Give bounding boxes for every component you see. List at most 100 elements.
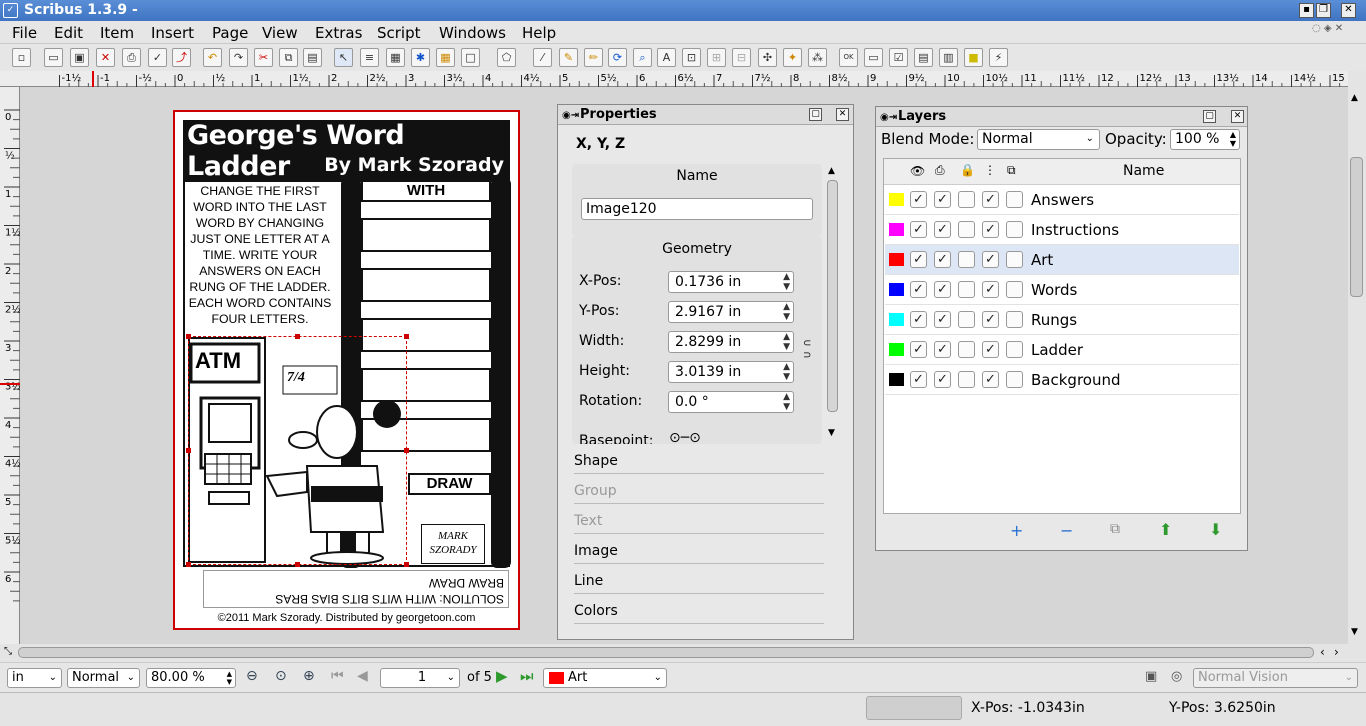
copy-icon[interactable]: ⧉ [279, 48, 298, 67]
copy-properties-icon[interactable]: ✦ [783, 48, 802, 67]
layer-row[interactable]: ✓ ✓ ✓ Background [885, 365, 1239, 395]
rotate-icon[interactable]: ⟳ [608, 48, 627, 67]
layer-print-checkbox[interactable]: ✓ [934, 311, 951, 328]
properties-scroll-thumb[interactable] [827, 180, 838, 412]
layers-float-button[interactable]: ▢ [1203, 110, 1216, 123]
close-button[interactable]: ✕ [1341, 3, 1356, 18]
zoom-in-icon[interactable]: ⊕ [303, 668, 315, 684]
layer-print-checkbox[interactable]: ✓ [934, 191, 951, 208]
layer-color-swatch[interactable] [889, 223, 904, 236]
spin-arrows-icon[interactable]: ▲ ▼ [783, 392, 790, 412]
section-text[interactable]: Text [574, 508, 824, 534]
scroll-up-icon[interactable]: ▲ [828, 166, 835, 176]
document-page[interactable]: George's Word Ladder By Mark Szorady CHA… [173, 110, 520, 630]
undo-icon[interactable]: ↶ [203, 48, 222, 67]
zoom-icon[interactable]: ⌕ [633, 48, 652, 67]
remove-layer-icon[interactable]: − [1060, 521, 1073, 540]
raise-layer-icon[interactable]: ⬆ [1159, 520, 1172, 539]
layer-lock-checkbox[interactable] [958, 251, 975, 268]
section-image[interactable]: Image [574, 538, 824, 564]
preflight-icon[interactable]: ✓ [148, 48, 167, 67]
layer-color-swatch[interactable] [889, 373, 904, 386]
zoom-100-icon[interactable]: ⊙ [275, 668, 287, 684]
layer-outline-checkbox[interactable] [1006, 251, 1023, 268]
menu-help[interactable]: Help [522, 24, 556, 42]
page-select[interactable]: 1 ⌄ [380, 668, 460, 688]
properties-close-button[interactable]: ✕ [836, 108, 849, 121]
spin-arrows-icon[interactable]: ▲ ▼ [783, 302, 790, 322]
duplicate-layer-icon[interactable]: ⧉ [1110, 521, 1120, 537]
previous-page-icon[interactable]: ◀ [357, 668, 368, 684]
layer-visible-checkbox[interactable]: ✓ [910, 221, 927, 238]
rotation-input[interactable]: 0.0 ° ▲ ▼ [668, 391, 794, 413]
layer-flow-checkbox[interactable]: ✓ [982, 281, 999, 298]
zoom-input[interactable]: 80.00 % ▲ ▼ [146, 668, 236, 688]
layer-flow-checkbox[interactable]: ✓ [982, 221, 999, 238]
edit-contents-icon[interactable]: ⊡ [682, 48, 701, 67]
layer-outline-checkbox[interactable] [1006, 191, 1023, 208]
render-frame-icon[interactable]: ✱ [411, 48, 430, 67]
layer-visible-checkbox[interactable]: ✓ [910, 281, 927, 298]
current-layer-select[interactable]: Art ⌄ [543, 668, 667, 688]
layer-outline-checkbox[interactable] [1006, 311, 1023, 328]
menu-edit[interactable]: Edit [54, 24, 83, 42]
height-input[interactable]: 3.0139 in ▲ ▼ [668, 361, 794, 383]
layer-outline-checkbox[interactable] [1006, 371, 1023, 388]
layer-visible-checkbox[interactable]: ✓ [910, 251, 927, 268]
spin-arrows-icon[interactable]: ▲ ▼ [783, 362, 790, 382]
pdf-link-icon[interactable]: ⚡ [989, 48, 1008, 67]
xpos-input[interactable]: 0.1736 in ▲ ▼ [668, 271, 794, 293]
save-icon[interactable]: ▣ [70, 48, 89, 67]
line-icon[interactable]: ⁄ [533, 48, 552, 67]
ypos-input[interactable]: 2.9167 in ▲ ▼ [668, 301, 794, 323]
vertical-ruler[interactable]: 0 ½ 1 1½ 2 2½ 3 3½ 4 4½ 5 5½ 6 [0, 87, 20, 644]
spin-arrows-icon[interactable]: ▲ ▼ [783, 332, 790, 352]
layer-color-swatch[interactable] [889, 283, 904, 296]
freehand-icon[interactable]: ✏ [584, 48, 603, 67]
layer-color-swatch[interactable] [889, 193, 904, 206]
export-pdf-icon[interactable]: ⤴ [172, 48, 191, 67]
layer-visible-checkbox[interactable]: ✓ [910, 311, 927, 328]
link-frames-icon[interactable]: ⊞ [707, 48, 726, 67]
scroll-down-icon[interactable]: ▼ [1351, 627, 1358, 637]
pdf-listbox-icon[interactable]: ▥ [939, 48, 958, 67]
pdf-button-icon[interactable]: OK [839, 48, 858, 67]
layer-print-checkbox[interactable]: ✓ [934, 341, 951, 358]
scroll-right-icon[interactable]: › [1334, 645, 1339, 659]
unit-select[interactable]: in ⌄ [7, 668, 62, 688]
mdi-controls-icon[interactable]: ◌ ◈ ✕ [1312, 23, 1343, 34]
scroll-left-icon[interactable]: ‹ [1320, 645, 1325, 659]
lock-column-icon[interactable]: 🔒 [960, 163, 975, 177]
vertical-scrollbar[interactable]: ▲ ▼ [1348, 87, 1366, 644]
tab-xyz[interactable]: X, Y, Z [576, 136, 625, 152]
layer-lock-checkbox[interactable] [958, 191, 975, 208]
lower-layer-icon[interactable]: ⬇ [1209, 520, 1222, 539]
print-icon[interactable]: ⎙ [122, 48, 141, 67]
layer-visible-checkbox[interactable]: ✓ [910, 341, 927, 358]
layer-visible-checkbox[interactable]: ✓ [910, 191, 927, 208]
measure-icon[interactable]: ✣ [758, 48, 777, 67]
layer-print-checkbox[interactable]: ✓ [934, 221, 951, 238]
pdf-textfield-icon[interactable]: ▭ [864, 48, 883, 67]
layer-lock-checkbox[interactable] [958, 341, 975, 358]
spin-arrows-icon[interactable]: ▲ ▼ [227, 670, 232, 686]
text-frame-icon[interactable]: ≡ [360, 48, 379, 67]
spin-arrows-icon[interactable]: ▲ ▼ [1230, 130, 1236, 148]
layer-row[interactable]: ✓ ✓ ✓ Ladder [885, 335, 1239, 365]
add-layer-icon[interactable]: + [1010, 521, 1023, 540]
panel-menu-icon[interactable]: ◉⇥ [880, 108, 897, 127]
layer-flow-checkbox[interactable]: ✓ [982, 311, 999, 328]
section-line[interactable]: Line [574, 568, 824, 594]
eyedropper-icon[interactable]: ⁂ [808, 48, 827, 67]
layer-lock-checkbox[interactable] [958, 371, 975, 388]
layer-flow-checkbox[interactable]: ✓ [982, 341, 999, 358]
pdf-checkbox-icon[interactable]: ☑ [889, 48, 908, 67]
paste-icon[interactable]: ▤ [303, 48, 322, 67]
layer-row[interactable]: ✓ ✓ ✓ Rungs [885, 305, 1239, 335]
redo-icon[interactable]: ↷ [229, 48, 248, 67]
first-page-icon[interactable]: ⏮ [331, 668, 344, 684]
layer-lock-checkbox[interactable] [958, 221, 975, 238]
layer-color-swatch[interactable] [889, 313, 904, 326]
layer-lock-checkbox[interactable] [958, 281, 975, 298]
layers-close-button[interactable]: ✕ [1231, 110, 1244, 123]
